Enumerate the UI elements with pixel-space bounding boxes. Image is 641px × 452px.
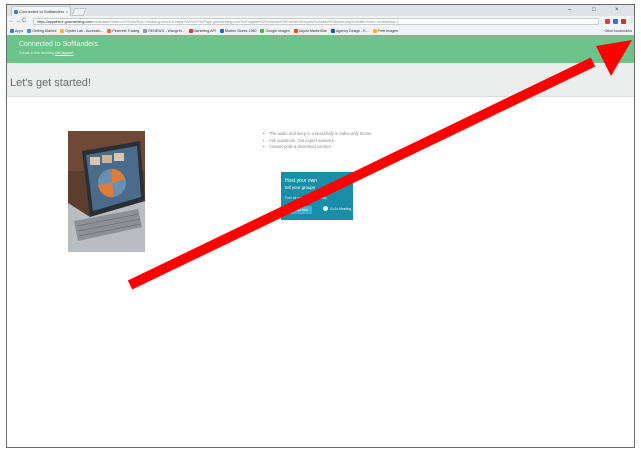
url-input[interactable]: https://appwhere.gotomeeting.com/hosts/s… [33, 18, 599, 25]
url-path: /hosts/start?token=GX9v5w9fQo1h&dialog=t… [92, 20, 399, 24]
promo-ad[interactable]: Host your own tell your groups Free all … [281, 172, 353, 220]
hero-banner: Let's get started! [7, 63, 634, 97]
extension-icon[interactable] [621, 19, 626, 24]
extension-icon[interactable] [605, 19, 610, 24]
site-brand[interactable]: Connected to Softlanders [19, 41, 98, 48]
bookmark-icon [331, 28, 335, 33]
bookmark-icon [107, 28, 112, 33]
minimize-button[interactable]: – [568, 5, 571, 16]
browser-tab[interactable]: Connected to Softlanders × [11, 6, 71, 16]
bookmark-item[interactable]: Google Images [260, 27, 290, 35]
other-bookmarks[interactable]: Other bookmarks [602, 27, 632, 35]
ad-cta-button[interactable]: Start for free [285, 206, 312, 214]
laptop-illustration [68, 131, 145, 252]
bookmark-item[interactable]: RENEWG - Wangzhi... [143, 27, 185, 35]
tagline-text: Create a free meeting [19, 51, 54, 55]
bookmark-item[interactable]: Free Images [372, 27, 398, 35]
feature-list: The audio and keep in a beautifully in i… [263, 131, 395, 151]
folder-icon [372, 28, 377, 33]
page-title: Let's get started! [10, 77, 91, 89]
bookmark-icon [143, 28, 148, 33]
bookmark-icon [188, 28, 193, 33]
bookmark-item[interactable]: Marker Stores 1980 [219, 27, 256, 35]
site-tagline: Create a free meeting Get support [19, 51, 74, 55]
close-tab-icon[interactable]: × [66, 7, 68, 16]
extension-icon[interactable] [613, 19, 618, 24]
maximize-button[interactable]: □ [592, 5, 596, 16]
reload-button[interactable]: C [22, 17, 26, 26]
forward-button[interactable]: → [15, 17, 21, 26]
ad-headline-2: tell your groups [285, 185, 316, 190]
logo-icon [323, 206, 328, 211]
bookmark-icon [293, 28, 298, 33]
ad-headline: Host your own [285, 178, 317, 184]
bookmark-item[interactable]: Agency Design - K... [331, 27, 369, 35]
ad-logo: GoTo Meeting [323, 206, 351, 211]
url-host: https://appwhere.gotomeeting.com [37, 20, 93, 24]
menu-icon[interactable]: ⋮ [629, 17, 634, 26]
bookmark-item[interactable]: Marketing API [188, 27, 216, 35]
bookmark-item[interactable]: Pinterest Tracing [107, 27, 139, 35]
bookmark-item[interactable]: Getting Started [27, 27, 56, 35]
bookmark-item[interactable]: Apps [10, 27, 23, 35]
close-window-button[interactable]: × [615, 5, 619, 16]
tab-title: Connected to Softlanders [19, 9, 65, 14]
bookmark-icon [260, 28, 265, 33]
favicon-icon [14, 10, 18, 14]
ad-subtitle: Free all you do easy & easy [285, 196, 327, 200]
laptop-photo [68, 131, 145, 252]
bookmark-item[interactable]: Adjust MarketSite [293, 27, 327, 35]
bookmark-icon [27, 28, 32, 33]
bookmark-icon [219, 28, 224, 33]
support-link[interactable]: Get support [55, 51, 74, 55]
bookmark-item[interactable]: Oyster Lab - Accessib... [60, 27, 103, 35]
bookmark-icon [10, 28, 14, 33]
new-tab-button[interactable] [71, 8, 87, 16]
folder-icon [60, 28, 65, 33]
site-header: Connected to Softlanders Create a free m… [7, 35, 634, 63]
feature-item: Answer polls & download content. [263, 144, 395, 151]
